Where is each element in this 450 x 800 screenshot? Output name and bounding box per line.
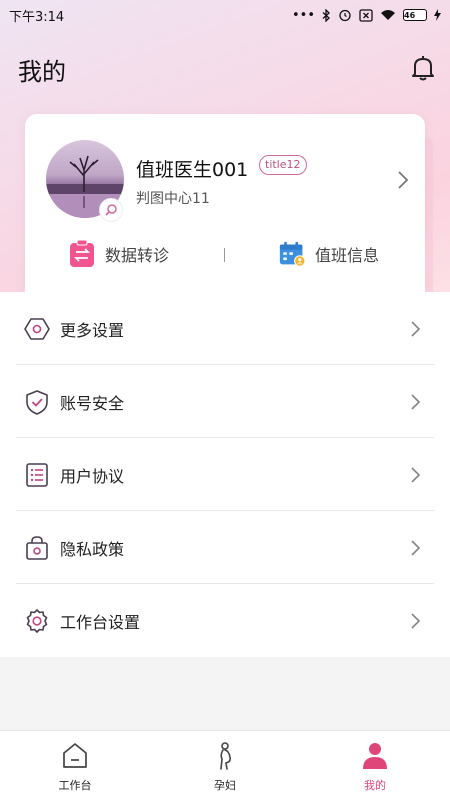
tab-label: 我的	[364, 779, 386, 792]
shield-check-icon	[26, 389, 48, 415]
menu-label: 用户协议	[60, 466, 125, 486]
profile-chevron-right-icon[interactable]	[397, 170, 409, 190]
pregnant-icon	[220, 742, 231, 770]
menu-label: 更多设置	[60, 320, 125, 340]
status-bar: 下午3:14 ••• 46	[0, 0, 450, 30]
bluetooth-icon	[322, 8, 331, 22]
menu-label: 账号安全	[60, 393, 125, 413]
gear-icon	[26, 608, 48, 633]
status-time: 下午3:14	[9, 9, 65, 25]
card-edge	[425, 138, 433, 292]
calendar-icon	[279, 241, 305, 267]
data-transfer-label: 数据转诊	[105, 246, 170, 265]
chevron-right-icon	[411, 466, 421, 483]
avatar-edit-badge[interactable]	[99, 198, 123, 222]
menu-label: 隐私政策	[60, 539, 125, 559]
alarm-icon	[338, 8, 352, 22]
workbench-icon	[63, 743, 87, 768]
duty-info-label: 值班信息	[315, 246, 380, 265]
tab-label: 工作台	[58, 779, 92, 792]
person-icon	[363, 743, 387, 769]
chevron-right-icon	[411, 539, 421, 556]
sim-off-icon	[359, 8, 373, 22]
tab-label: 孕妇	[214, 779, 236, 792]
charging-icon	[434, 9, 441, 21]
hexagon-settings-icon	[24, 317, 50, 340]
transfer-icon	[70, 240, 94, 267]
title-badge: title12	[259, 155, 307, 175]
menu-item-workbench-settings[interactable]: 工作台设置	[0, 584, 450, 657]
chevron-right-icon	[411, 393, 421, 410]
menu-label: 工作台设置	[60, 612, 141, 632]
bell-icon[interactable]	[410, 54, 436, 82]
more-dots-icon: •••	[291, 7, 315, 23]
doctor-name: 值班医生001	[136, 159, 249, 181]
menu-item-more-settings[interactable]: 更多设置	[0, 292, 450, 365]
tab-workbench[interactable]: 工作台	[0, 731, 150, 800]
bottom-tab-bar: 工作台 孕妇 我的	[0, 730, 450, 800]
chevron-right-icon	[411, 612, 421, 629]
wifi-icon	[380, 9, 396, 21]
duty-info-button[interactable]: 值班信息	[279, 240, 379, 268]
tab-pregnant[interactable]: 孕妇	[150, 731, 300, 800]
page-title: 我的	[18, 58, 66, 86]
list-document-icon	[26, 462, 48, 487]
settings-menu: 更多设置 账号安全 用户协议 隐私政策 工作台设置	[0, 292, 450, 657]
battery-indicator: 46	[403, 9, 427, 21]
menu-item-account-security[interactable]: 账号安全	[0, 365, 450, 438]
lock-bag-icon	[26, 535, 48, 560]
data-transfer-button[interactable]: 数据转诊	[69, 240, 169, 268]
profile-card: 值班医生001 title12 判图中心11 数据转诊 值班信息	[25, 114, 425, 292]
action-divider	[224, 248, 225, 262]
organization-label: 判图中心11	[136, 191, 210, 207]
menu-item-privacy-policy[interactable]: 隐私政策	[0, 511, 450, 584]
chevron-right-icon	[411, 320, 421, 337]
menu-item-user-agreement[interactable]: 用户协议	[0, 438, 450, 511]
tab-mine[interactable]: 我的	[300, 731, 450, 800]
